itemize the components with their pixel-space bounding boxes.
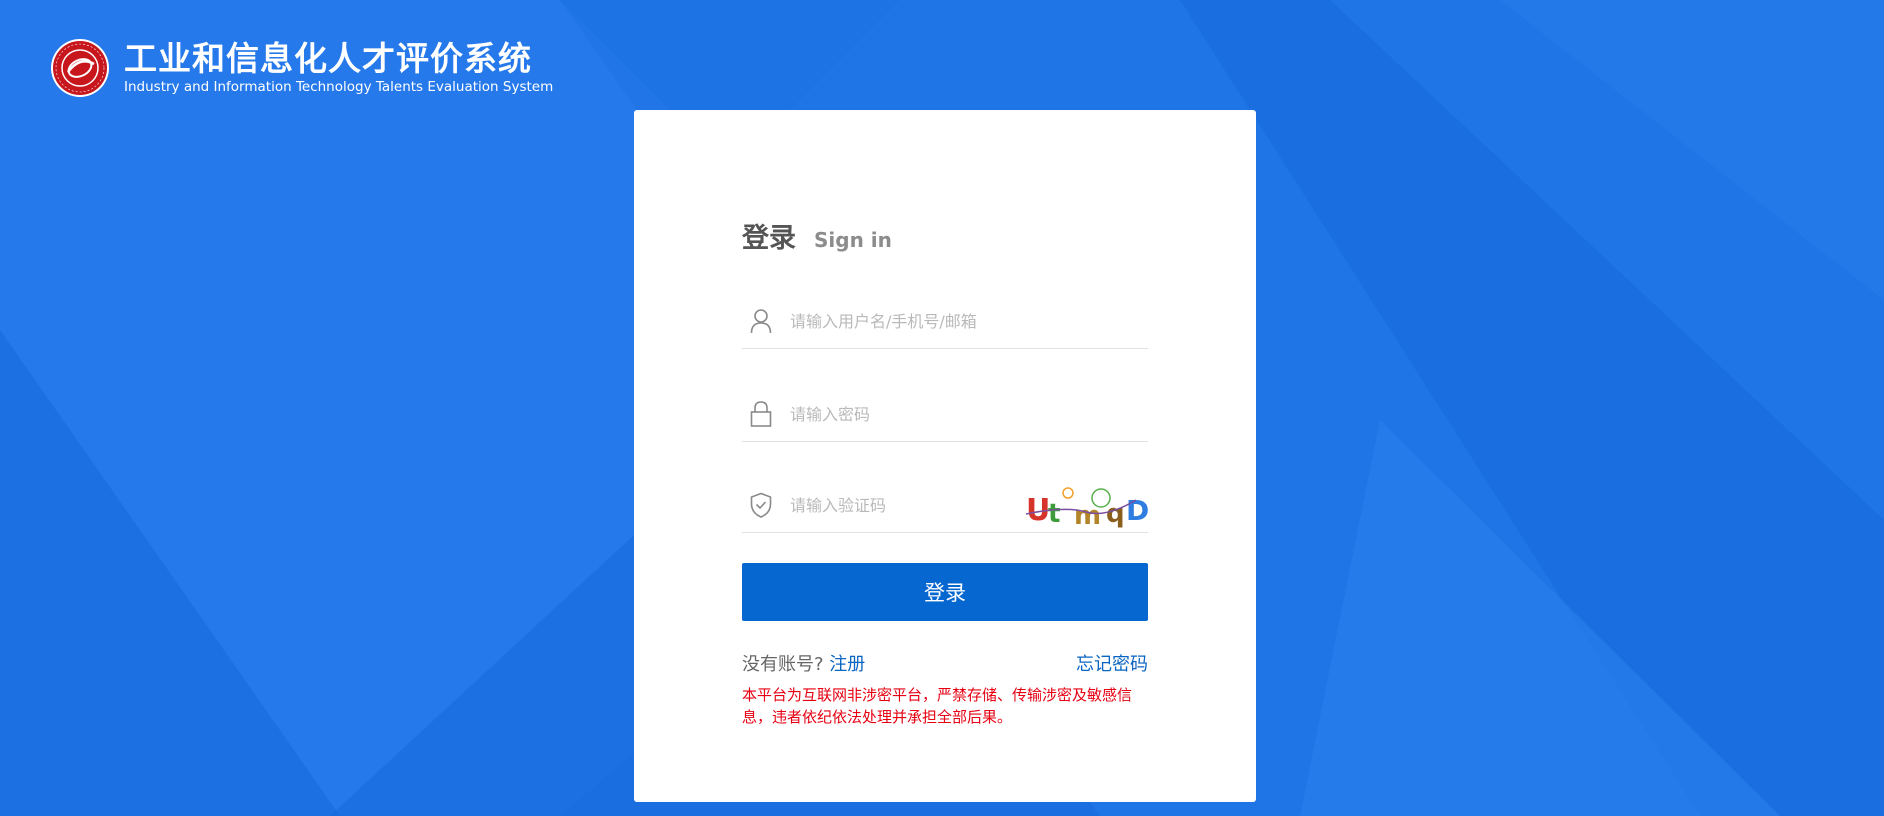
forgot-password-link[interactable]: 忘记密码 xyxy=(1076,650,1148,676)
heading-en: Sign in xyxy=(814,228,892,252)
svg-text:q: q xyxy=(1106,499,1125,529)
password-input[interactable] xyxy=(790,404,1040,424)
user-icon xyxy=(750,306,774,336)
heading-cn: 登录 xyxy=(742,223,796,254)
username-input[interactable] xyxy=(790,311,1040,331)
register-link[interactable]: 注册 xyxy=(829,654,865,675)
login-card: 登录 Sign in 请输入用户名/手机号/邮箱 请输入验证码 U t m q … xyxy=(634,110,1256,802)
shield-check-icon xyxy=(750,490,774,520)
account-links: 没有账号? 注册 忘记密码 xyxy=(742,650,1148,676)
username-field xyxy=(742,294,1148,349)
login-page: 工业和信息化人才评价系统 Industry and Information Te… xyxy=(0,0,1884,816)
svg-text:t: t xyxy=(1048,499,1060,529)
system-subtitle: Industry and Information Technology Tale… xyxy=(124,79,554,95)
brand-header: 工业和信息化人才评价系统 Industry and Information Te… xyxy=(50,38,553,98)
password-field xyxy=(742,387,1148,442)
no-account-text: 没有账号? xyxy=(742,654,824,675)
svg-text:m: m xyxy=(1074,501,1101,530)
login-button[interactable]: 登录 xyxy=(742,563,1148,621)
lock-icon xyxy=(750,399,774,429)
system-title: 工业和信息化人才评价系统 xyxy=(124,39,532,78)
login-heading: 登录 Sign in xyxy=(742,216,892,255)
captcha-field: U t m q D xyxy=(742,478,1148,533)
seal-logo-icon xyxy=(51,39,109,97)
svg-text:D: D xyxy=(1126,494,1148,527)
security-notice: 本平台为互联网非涉密平台，严禁存储、传输涉密及敏感信息，违者依纪依法处理并承担全… xyxy=(742,686,1133,726)
captcha-image[interactable]: U t m q D xyxy=(1026,486,1148,530)
captcha-input[interactable] xyxy=(790,495,1040,515)
